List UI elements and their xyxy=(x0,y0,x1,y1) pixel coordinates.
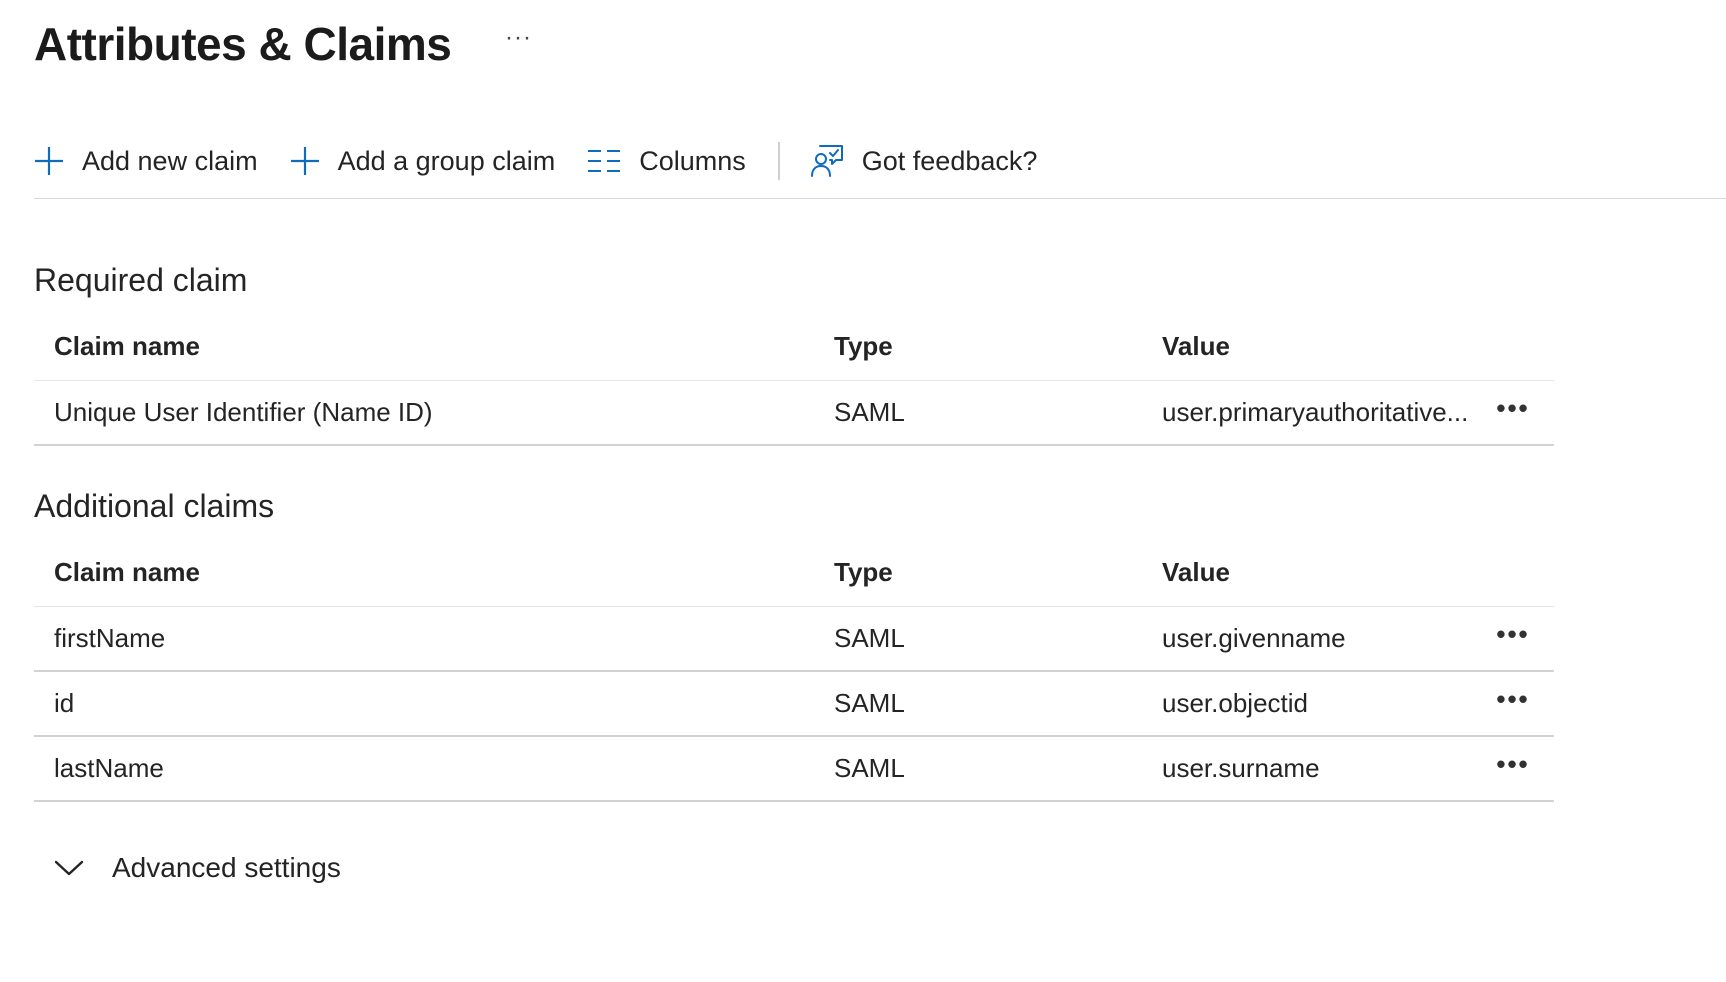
advanced-settings-toggle[interactable]: Advanced settings xyxy=(54,852,341,884)
add-new-claim-button[interactable]: Add new claim xyxy=(34,130,290,192)
add-new-claim-label: Add new claim xyxy=(82,146,258,177)
plus-icon xyxy=(34,146,64,176)
columns-icon xyxy=(587,148,621,174)
additional-claims-table: Claim name Type Value firstName SAML use… xyxy=(34,538,1554,802)
row-more-options-icon[interactable]: ••• xyxy=(1496,619,1529,649)
additional-claims-heading: Additional claims xyxy=(34,488,274,525)
claim-value-cell: user.surname xyxy=(1162,736,1472,801)
claim-name-cell: id xyxy=(34,671,834,736)
feedback-label: Got feedback? xyxy=(862,146,1038,177)
columns-button[interactable]: Columns xyxy=(587,130,778,192)
page-title: Attributes & Claims xyxy=(34,12,451,76)
column-header-type[interactable]: Type xyxy=(834,538,1162,607)
feedback-button[interactable]: Got feedback? xyxy=(810,130,1070,192)
claim-name-cell: Unique User Identifier (Name ID) xyxy=(34,381,834,446)
add-group-claim-label: Add a group claim xyxy=(338,146,556,177)
table-row[interactable]: lastName SAML user.surname ••• xyxy=(34,736,1554,801)
claim-type-cell: SAML xyxy=(834,607,1162,672)
claim-value-cell: user.givenname xyxy=(1162,607,1472,672)
row-more-options-icon[interactable]: ••• xyxy=(1496,749,1529,779)
row-more-options-icon[interactable]: ••• xyxy=(1496,684,1529,714)
command-bar: Add new claim Add a group claim Columns xyxy=(34,130,1726,199)
column-header-value[interactable]: Value xyxy=(1162,538,1472,607)
table-row[interactable]: id SAML user.objectid ••• xyxy=(34,671,1554,736)
table-header-row: Claim name Type Value xyxy=(34,312,1554,381)
required-claim-heading: Required claim xyxy=(34,262,247,299)
row-more-options-icon[interactable]: ••• xyxy=(1496,393,1529,423)
chevron-down-icon xyxy=(54,859,84,877)
toolbar-divider xyxy=(778,142,780,180)
plus-icon xyxy=(290,146,320,176)
feedback-icon xyxy=(810,144,844,178)
advanced-settings-label: Advanced settings xyxy=(112,852,341,884)
column-header-type[interactable]: Type xyxy=(834,312,1162,381)
column-header-claim-name[interactable]: Claim name xyxy=(34,312,834,381)
column-header-value[interactable]: Value xyxy=(1162,312,1472,381)
table-row[interactable]: Unique User Identifier (Name ID) SAML us… xyxy=(34,381,1554,446)
table-header-row: Claim name Type Value xyxy=(34,538,1554,607)
claim-type-cell: SAML xyxy=(834,381,1162,446)
claim-value-cell: user.primaryauthoritative... xyxy=(1162,381,1472,446)
claim-value-cell: user.objectid xyxy=(1162,671,1472,736)
columns-label: Columns xyxy=(639,146,746,177)
add-group-claim-button[interactable]: Add a group claim xyxy=(290,130,588,192)
table-row[interactable]: firstName SAML user.givenname ••• xyxy=(34,607,1554,672)
claim-name-cell: lastName xyxy=(34,736,834,801)
column-header-claim-name[interactable]: Claim name xyxy=(34,538,834,607)
required-claims-table: Claim name Type Value Unique User Identi… xyxy=(34,312,1554,446)
more-options-icon[interactable]: ··· xyxy=(505,24,532,52)
claim-type-cell: SAML xyxy=(834,671,1162,736)
claim-type-cell: SAML xyxy=(834,736,1162,801)
claim-name-cell: firstName xyxy=(34,607,834,672)
